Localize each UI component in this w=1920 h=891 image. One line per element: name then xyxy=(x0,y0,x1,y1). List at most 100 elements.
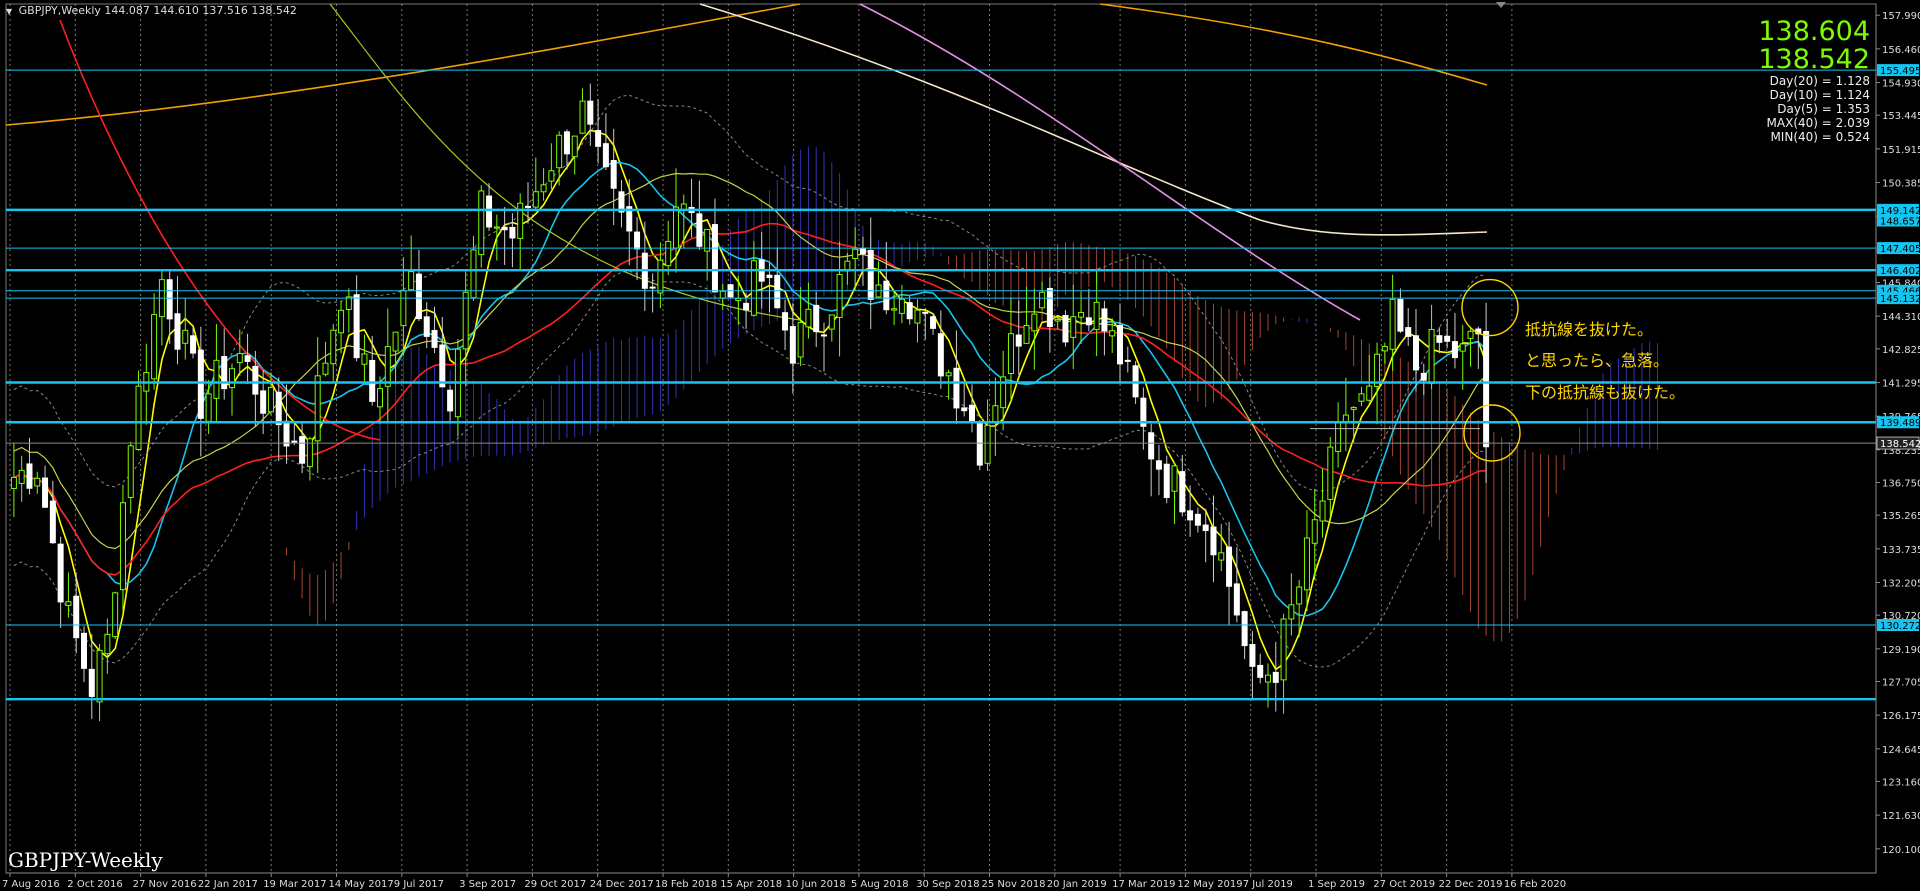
candle-bull xyxy=(478,190,485,256)
candle-bear xyxy=(922,311,929,314)
candle-bull xyxy=(556,134,563,169)
price-tick-label: 121.630 xyxy=(1882,811,1920,822)
candle-bear xyxy=(525,205,531,208)
candle-bull xyxy=(18,469,25,484)
candle-bear xyxy=(821,334,827,337)
candle-bull xyxy=(267,386,274,413)
ma-orange-long-line-right xyxy=(1099,3,1488,86)
candle-bear xyxy=(439,344,446,388)
time-tick-label: 27 Nov 2016 xyxy=(133,879,197,890)
candle-bear xyxy=(1226,546,1233,587)
price-tick-label: 157.990 xyxy=(1882,11,1920,22)
price-tick-label: 153.445 xyxy=(1882,111,1920,122)
candle-bear xyxy=(969,404,975,424)
candle-bull xyxy=(1265,674,1271,683)
price-tick-label: 144.310 xyxy=(1882,312,1920,323)
candle-bull xyxy=(1366,385,1373,401)
ma-orange-long-line xyxy=(5,3,801,126)
time-tick-label: 7 Aug 2016 xyxy=(2,879,60,890)
time-tick-label: 17 Mar 2019 xyxy=(1112,879,1175,890)
candle-bear xyxy=(1241,611,1248,647)
candle-bull xyxy=(236,353,243,364)
candle-bear xyxy=(49,500,56,544)
ma-pink-line xyxy=(859,3,1361,321)
candle-bull xyxy=(1007,333,1014,375)
candle-bear xyxy=(174,313,181,350)
time-tick-label: 18 Feb 2018 xyxy=(655,879,717,890)
candle-bull xyxy=(1389,298,1396,350)
price-tick-label: 154.930 xyxy=(1882,79,1920,90)
price-tick-label: 126.175 xyxy=(1882,711,1920,722)
candle-bull xyxy=(112,592,119,638)
candle-bull xyxy=(735,297,742,301)
annotation-circle-bottom xyxy=(1463,404,1521,462)
candle-bear xyxy=(1233,583,1240,616)
candle-bear xyxy=(415,273,422,320)
annotation-circle-top xyxy=(1461,278,1519,337)
collapse-triangle-icon[interactable]: ▼ xyxy=(6,7,12,16)
candle-bear xyxy=(1117,324,1123,365)
candle-bull xyxy=(750,260,757,316)
candle-bull xyxy=(314,375,321,442)
candle-bull xyxy=(34,477,41,487)
level-tag-label: 145.132 xyxy=(1880,294,1920,305)
candle-bull xyxy=(797,322,804,358)
candle-bear xyxy=(260,390,267,414)
candle-bear xyxy=(73,595,80,639)
candle-bull xyxy=(1358,393,1365,402)
candle-bear xyxy=(867,249,874,300)
time-tick-label: 15 Apr 2018 xyxy=(720,879,782,890)
candle-bear xyxy=(1483,331,1490,448)
candle-bull xyxy=(1218,552,1225,561)
candle-bull xyxy=(345,296,352,310)
candle-bull xyxy=(338,309,345,334)
candle-bull xyxy=(984,424,991,464)
candle-bear xyxy=(859,247,866,255)
price-tick-label: 133.735 xyxy=(1882,545,1920,556)
candle-bull xyxy=(330,329,337,365)
time-tick-label: 22 Dec 2019 xyxy=(1439,879,1503,890)
candle-bull xyxy=(1319,500,1326,522)
candle-bull xyxy=(1296,586,1303,605)
candle-bear xyxy=(252,365,259,395)
candle-bull xyxy=(229,368,235,389)
candle-bear xyxy=(961,407,968,412)
candle-bull xyxy=(1070,316,1077,338)
price-tick-label: 132.205 xyxy=(1882,578,1920,589)
candle-bear xyxy=(789,326,796,364)
price-chart[interactable]: 157.990 156.460 154.930 153.445 151.915 150.3… xyxy=(0,0,1920,891)
candle-bear xyxy=(634,231,641,250)
candle-bear xyxy=(1187,510,1194,521)
price-tick-label: 129.190 xyxy=(1882,645,1920,656)
time-tick-label: 30 Sep 2018 xyxy=(916,879,979,890)
candle-bear xyxy=(1101,308,1108,332)
candle-bear xyxy=(883,280,890,311)
chart-header: ▼ GBPJPY,Weekly 144.087 144.610 137.516 … xyxy=(6,4,297,17)
time-tick-label: 16 Feb 2020 xyxy=(1504,879,1566,890)
candle-bear xyxy=(1179,471,1186,513)
chart-shift-marker-icon[interactable] xyxy=(1496,2,1506,8)
symbol-label: GBPJPY,Weekly xyxy=(18,4,101,17)
price-tick-label: 124.645 xyxy=(1882,745,1920,756)
stat-min40: MIN(40) = 0.524 xyxy=(1770,130,1870,144)
stat-day20: Day(20) = 1.128 xyxy=(1769,74,1870,88)
price-tick-label: 123.160 xyxy=(1882,777,1920,788)
candle-bear xyxy=(197,349,204,419)
time-tick-label: 3 Sep 2017 xyxy=(459,879,516,890)
candle-bull xyxy=(1054,318,1061,322)
price-tick-label: 127.705 xyxy=(1882,677,1920,688)
candle-bull xyxy=(571,135,578,158)
time-tick-label: 10 Jun 2018 xyxy=(786,879,846,890)
candle-bull xyxy=(1288,604,1295,620)
candle-bull xyxy=(96,649,103,703)
candle-bull xyxy=(1342,414,1349,423)
candle-bear xyxy=(431,329,438,348)
level-tag-label: 146.402 xyxy=(1880,266,1920,277)
candle-bear xyxy=(447,389,454,412)
ask-price: 138.542 xyxy=(1758,44,1870,75)
candle-bull xyxy=(1428,328,1435,384)
candle-bull xyxy=(898,298,905,314)
candle-bear xyxy=(906,302,913,320)
candle-bull xyxy=(1335,421,1342,452)
candle-bear xyxy=(275,391,282,426)
